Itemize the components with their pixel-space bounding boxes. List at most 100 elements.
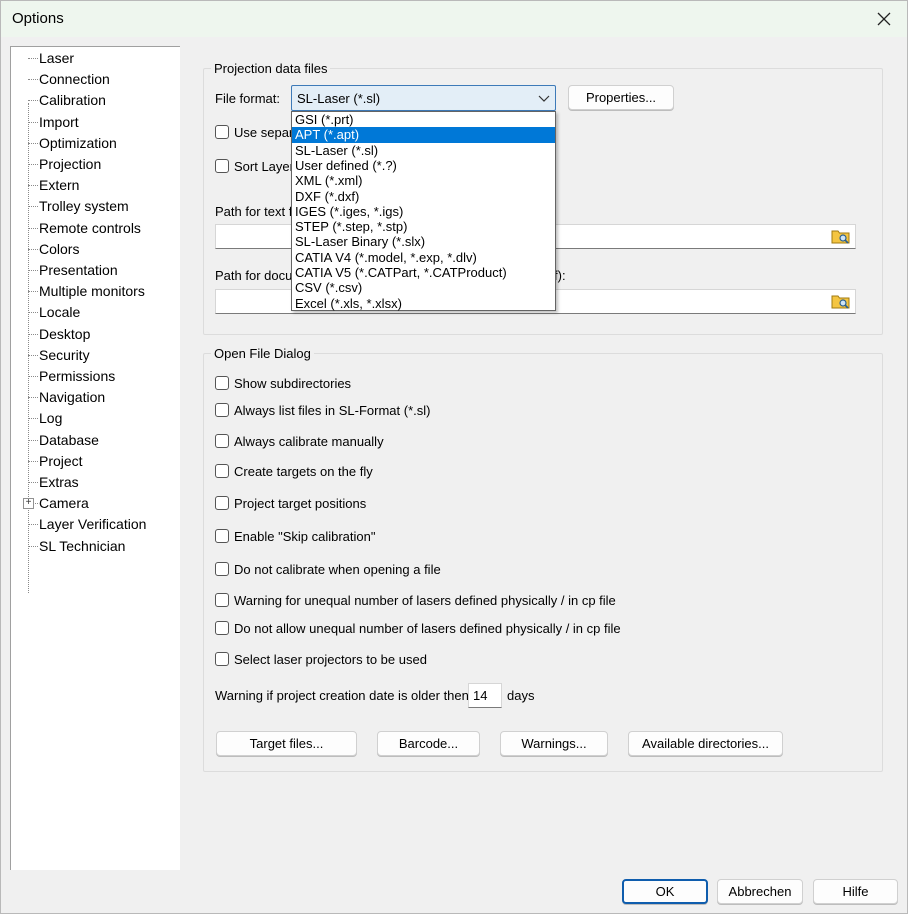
help-button[interactable]: Hilfe <box>813 879 898 904</box>
warnings-button[interactable]: Warnings... <box>500 731 608 756</box>
tree-item-multiple-monitors[interactable]: Multiple monitors <box>11 281 179 302</box>
open-file-option-checkbox[interactable] <box>215 562 229 576</box>
open-file-option-row[interactable]: Do not calibrate when opening a file <box>215 560 441 578</box>
open-file-option-checkbox[interactable] <box>215 464 229 478</box>
tree-item-label: Layer Verification <box>39 516 147 533</box>
tree-item-calibration[interactable]: Calibration <box>11 90 179 111</box>
tree-item-sl-technician[interactable]: SL Technician <box>11 536 179 557</box>
close-button[interactable] <box>861 1 907 37</box>
file-format-option[interactable]: User defined (*.?) <box>292 158 555 173</box>
tree-item-security[interactable]: Security <box>11 345 179 366</box>
open-file-option-checkbox[interactable] <box>215 496 229 510</box>
file-format-option[interactable]: CSV (*.csv) <box>292 280 555 295</box>
file-format-dropdown-list[interactable]: GSI (*.prt) APT (*.apt) SL-Laser (*.sl) Use… <box>291 111 556 311</box>
days-label: days <box>507 688 535 703</box>
open-file-option-checkbox[interactable] <box>215 593 229 607</box>
file-format-option[interactable]: SL-Laser Binary (*.slx) <box>292 234 555 249</box>
tree-connector <box>28 439 38 441</box>
sort-layers-checkbox-row[interactable]: Sort Layer <box>215 157 294 175</box>
tree-item-label: Laser <box>39 50 75 66</box>
sort-layers-checkbox[interactable] <box>215 159 229 173</box>
tree-connector <box>28 270 38 271</box>
tree-connector <box>28 227 38 229</box>
barcode-button[interactable]: Barcode... <box>377 731 480 756</box>
open-file-option-row[interactable]: Project target positions <box>215 494 366 512</box>
tree-item-import[interactable]: Import <box>11 112 179 133</box>
file-format-option[interactable]: APT (*.apt) <box>292 127 555 143</box>
tree-item-camera[interactable]: + Camera <box>11 493 179 514</box>
open-file-option-checkbox[interactable] <box>215 434 229 448</box>
file-format-option[interactable]: STEP (*.step, *.stp) <box>292 219 555 234</box>
file-format-combo[interactable]: SL-Laser (*.sl) <box>291 85 556 111</box>
target-files-button[interactable]: Target files... <box>216 731 357 756</box>
open-file-option-row[interactable]: Warning for unequal number of lasers def… <box>215 591 616 609</box>
file-format-option[interactable]: IGES (*.iges, *.igs) <box>292 204 555 219</box>
file-format-option[interactable]: XML (*.xml) <box>292 173 555 188</box>
tree-item-extern[interactable]: Extern <box>11 175 179 196</box>
file-format-option[interactable]: SL-Laser (*.sl) <box>292 143 555 158</box>
tree-item-log[interactable]: Log <box>11 408 179 429</box>
file-format-option[interactable]: GSI (*.prt) <box>292 112 555 127</box>
open-file-option-row[interactable]: Do not allow unequal number of lasers de… <box>215 619 621 637</box>
projection-group-title: Projection data files <box>211 61 331 76</box>
tree-item-remote-controls[interactable]: Remote controls <box>11 218 179 239</box>
file-format-option[interactable]: CATIA V4 (*.model, *.exp, *.dlv) <box>292 250 555 265</box>
options-tree[interactable]: Laser Connection Calibration Import Optimiza… <box>10 46 180 870</box>
path-text-files-label: Path for text fi <box>215 204 296 219</box>
tree-connector <box>28 164 38 165</box>
tree-item-layer-verification[interactable]: Layer Verification <box>11 514 179 535</box>
tree-item-extras[interactable]: Extras <box>11 472 179 493</box>
available-directories-button[interactable]: Available directories... <box>628 731 783 756</box>
tree-item-label: Colors <box>39 240 80 257</box>
open-file-option-checkbox[interactable] <box>215 621 229 635</box>
tree-item-desktop[interactable]: Desktop <box>11 324 179 345</box>
open-file-option-row[interactable]: Always list files in SL-Format (*.sl) <box>215 401 430 419</box>
open-file-option-row[interactable]: Create targets on the fly <box>215 462 373 480</box>
tree-item-optimization[interactable]: Optimization <box>11 133 179 154</box>
open-file-option-label: Do not calibrate when opening a file <box>234 561 441 577</box>
tree-item-label: Desktop <box>39 325 91 342</box>
open-file-option-row[interactable]: Show subdirectories <box>215 374 351 392</box>
tree-item-project[interactable]: Project <box>11 451 179 472</box>
open-file-group-title: Open File Dialog <box>211 346 314 361</box>
tree-item-navigation[interactable]: Navigation <box>11 387 179 408</box>
tree-item-presentation[interactable]: Presentation <box>11 260 179 281</box>
tree-connector <box>28 100 38 102</box>
tree-item-label: Optimization <box>39 134 117 151</box>
open-file-option-row[interactable]: Select laser projectors to be used <box>215 650 427 668</box>
expand-plus-icon[interactable]: + <box>23 498 34 510</box>
warning-days-input[interactable] <box>468 683 502 708</box>
browse-text-path-button[interactable] <box>830 227 852 246</box>
tree-item-label: Extern <box>39 177 80 194</box>
open-file-option-row[interactable]: Always calibrate manually <box>215 432 384 450</box>
open-file-option-label: Project target positions <box>234 495 367 511</box>
use-separate-checkbox[interactable] <box>215 125 229 139</box>
tree-item-connection[interactable]: Connection <box>11 69 179 90</box>
browse-documents-path-button[interactable] <box>830 292 852 311</box>
tree-item-projection[interactable]: Projection <box>11 154 179 175</box>
file-format-option[interactable]: Excel (*.xls, *.xlsx) <box>292 296 555 311</box>
ok-button[interactable]: OK <box>622 879 708 904</box>
use-separate-checkbox-row[interactable]: Use separa <box>215 123 300 141</box>
cancel-button[interactable]: Abbrechen <box>717 879 803 904</box>
tree-item-label: Locale <box>39 304 81 321</box>
tree-item-label: Multiple monitors <box>39 283 145 300</box>
file-format-option[interactable]: DXF (*.dxf) <box>292 189 555 204</box>
tree-item-trolley-system[interactable]: Trolley system <box>11 196 179 217</box>
tree-item-database[interactable]: Database <box>11 430 179 451</box>
properties-button[interactable]: Properties... <box>568 85 674 110</box>
open-file-option-checkbox[interactable] <box>215 652 229 666</box>
tree-item-laser[interactable]: Laser <box>11 48 179 69</box>
file-format-label: File format: <box>215 91 281 106</box>
tree-item-permissions[interactable]: Permissions <box>11 366 179 387</box>
tree-item-label: Security <box>39 346 90 363</box>
file-format-option[interactable]: CATIA V5 (*.CATPart, *.CATProduct) <box>292 265 555 280</box>
tree-item-colors[interactable]: Colors <box>11 239 179 260</box>
open-file-option-label: Warning for unequal number of lasers def… <box>234 592 616 608</box>
tree-item-label: Database <box>39 431 99 448</box>
tree-item-locale[interactable]: Locale <box>11 302 179 323</box>
open-file-option-checkbox[interactable] <box>215 403 229 417</box>
open-file-option-row[interactable]: Enable "Skip calibration" <box>215 527 375 545</box>
open-file-option-checkbox[interactable] <box>215 376 229 390</box>
open-file-option-checkbox[interactable] <box>215 529 229 543</box>
